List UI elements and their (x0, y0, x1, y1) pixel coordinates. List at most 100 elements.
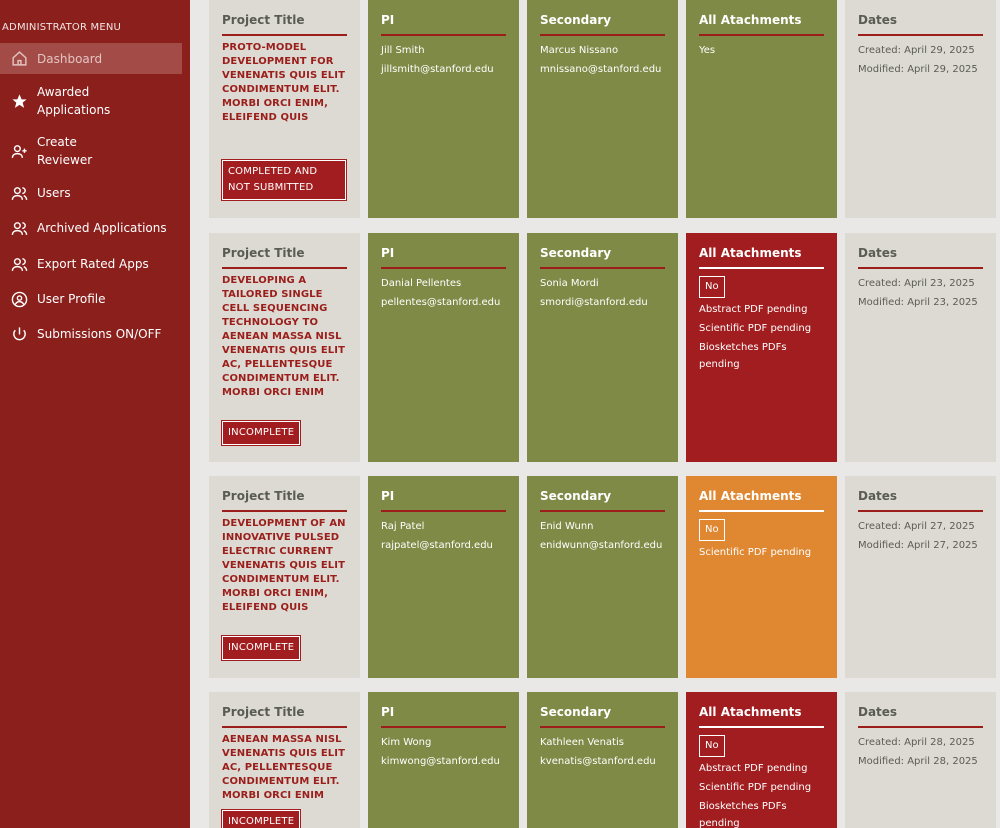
secondary-name: Enid Wunn (540, 521, 594, 532)
pi-card: PI Danial Pellentes pellentes@stanford.e… (368, 233, 519, 462)
secondary-card: Secondary Enid Wunn enidwunn@stanford.ed… (527, 476, 678, 678)
status-badge[interactable]: INCOMPLETE (222, 421, 301, 445)
attachments-status: Yes (699, 45, 716, 56)
project-title[interactable]: DEVELOPING A TAILORED SINGLE CELL SEQUEN… (222, 274, 347, 400)
power-icon (10, 325, 28, 343)
attachments-card: All Atachments Yes (686, 0, 837, 218)
dates-header: Dates (858, 12, 983, 36)
attachments-card: All Atachments No Abstract PDF pending S… (686, 692, 837, 828)
dates-header: Dates (858, 704, 983, 728)
application-row: Project Title DEVELOPMENT OF AN INNOVATI… (209, 476, 1000, 678)
secondary-name: Kathleen Venatis (540, 737, 624, 748)
sidebar-item-submissions-toggle[interactable]: Submissions ON/OFF (0, 324, 182, 344)
users-icon (10, 255, 28, 273)
project-title-header: Project Title (222, 245, 347, 269)
sidebar-item-export-rated-apps[interactable]: Export Rated Apps (0, 254, 182, 274)
pending-item: Biosketches PDFs pending (699, 801, 787, 828)
pi-email[interactable]: kimwong@stanford.edu (381, 752, 506, 771)
project-title-card: Project Title PROTO-MODEL DEVELOPMENT FO… (209, 0, 360, 218)
home-icon (10, 50, 28, 68)
sidebar-item-label: Archived Applications (37, 221, 167, 235)
sidebar-item-label: Create Reviewer (37, 135, 93, 167)
add-user-icon (10, 142, 28, 160)
secondary-header: Secondary (540, 245, 665, 269)
application-row: Project Title PROTO-MODEL DEVELOPMENT FO… (209, 0, 1000, 218)
attachments-card: All Atachments No Scientific PDF pending (686, 476, 837, 678)
pi-name: Jill Smith (381, 45, 425, 56)
pi-email[interactable]: rajpatel@stanford.edu (381, 536, 506, 555)
sidebar-item-user-profile[interactable]: User Profile (0, 289, 182, 309)
dates-header: Dates (858, 245, 983, 269)
sidebar-item-label: Users (37, 186, 71, 200)
dates-card: Dates Created: April 28, 2025 Modified: … (845, 692, 996, 828)
pi-card: PI Jill Smith jillsmith@stanford.edu (368, 0, 519, 218)
dates-card: Dates Created: April 23, 2025 Modified: … (845, 233, 996, 462)
attachments-status: No (699, 276, 725, 298)
project-title[interactable]: PROTO-MODEL DEVELOPMENT FOR VENENATIS QU… (222, 41, 347, 125)
secondary-card: Secondary Kathleen Venatis kvenatis@stan… (527, 692, 678, 828)
pi-email[interactable]: pellentes@stanford.edu (381, 293, 506, 312)
pi-email[interactable]: jillsmith@stanford.edu (381, 60, 506, 79)
secondary-email[interactable]: smordi@stanford.edu (540, 293, 665, 312)
pi-card: PI Kim Wong kimwong@stanford.edu (368, 692, 519, 828)
status-badge[interactable]: INCOMPLETE (222, 810, 301, 828)
attachments-header: All Atachments (699, 488, 824, 512)
project-title-header: Project Title (222, 704, 347, 728)
star-icon (10, 92, 28, 110)
users-icon (10, 184, 28, 202)
pi-name: Danial Pellentes (381, 278, 462, 289)
pi-header: PI (381, 12, 506, 36)
pi-header: PI (381, 245, 506, 269)
user-circle-icon (10, 290, 28, 308)
secondary-name: Marcus Nissano (540, 45, 619, 56)
secondary-email[interactable]: kvenatis@stanford.edu (540, 752, 665, 771)
project-title[interactable]: AENEAN MASSA NISL VENENATIS QUIS ELIT AC… (222, 733, 347, 803)
application-row: Project Title AENEAN MASSA NISL VENENATI… (209, 692, 1000, 828)
sidebar-item-archived-applications[interactable]: Archived Applications (0, 218, 182, 238)
pending-item: Biosketches PDFs pending (699, 342, 787, 370)
dates-card: Dates Created: April 27, 2025 Modified: … (845, 476, 996, 678)
secondary-card: Secondary Sonia Mordi smordi@stanford.ed… (527, 233, 678, 462)
modified-date: Modified: April 28, 2025 (858, 756, 978, 767)
attachments-card: All Atachments No Abstract PDF pending S… (686, 233, 837, 462)
sidebar-item-label: Submissions ON/OFF (37, 327, 162, 341)
attachments-header: All Atachments (699, 245, 824, 269)
created-date: Created: April 23, 2025 (858, 278, 975, 289)
project-title-card: Project Title DEVELOPING A TAILORED SING… (209, 233, 360, 462)
created-date: Created: April 27, 2025 (858, 521, 975, 532)
created-date: Created: April 28, 2025 (858, 737, 975, 748)
attachments-status: No (699, 735, 725, 757)
sidebar: ADMINISTRATOR MENU Dashboard Awarded App… (0, 0, 190, 828)
pending-item: Scientific PDF pending (699, 547, 812, 558)
sidebar-item-label: User Profile (37, 292, 106, 306)
status-badge[interactable]: INCOMPLETE (222, 636, 301, 660)
sidebar-item-dashboard[interactable]: Dashboard (0, 43, 182, 74)
pending-item: Abstract PDF pending (699, 763, 808, 774)
sidebar-item-label: Export Rated Apps (37, 257, 149, 271)
pi-header: PI (381, 704, 506, 728)
project-title-header: Project Title (222, 488, 347, 512)
status-badge[interactable]: COMPLETED AND NOT SUBMITTED (222, 160, 346, 200)
attachments-header: All Atachments (699, 12, 824, 36)
sidebar-item-label: Awarded Applications (37, 85, 111, 117)
sidebar-item-users[interactable]: Users (0, 183, 182, 203)
project-title-card: Project Title AENEAN MASSA NISL VENENATI… (209, 692, 360, 828)
secondary-header: Secondary (540, 488, 665, 512)
pi-name: Kim Wong (381, 737, 432, 748)
pending-item: Abstract PDF pending (699, 304, 808, 315)
project-title-header: Project Title (222, 12, 347, 36)
secondary-email[interactable]: enidwunn@stanford.edu (540, 536, 665, 555)
application-row: Project Title DEVELOPING A TAILORED SING… (209, 233, 1000, 462)
dates-card: Dates Created: April 29, 2025 Modified: … (845, 0, 996, 218)
sidebar-item-awarded-applications[interactable]: Awarded Applications (0, 83, 182, 119)
modified-date: Modified: April 29, 2025 (858, 64, 978, 75)
secondary-email[interactable]: mnissano@stanford.edu (540, 60, 665, 79)
pending-item: Scientific PDF pending (699, 323, 812, 334)
modified-date: Modified: April 23, 2025 (858, 297, 978, 308)
sidebar-title: ADMINISTRATOR MENU (2, 22, 122, 33)
sidebar-item-create-reviewer[interactable]: Create Reviewer (0, 133, 182, 169)
secondary-header: Secondary (540, 704, 665, 728)
attachments-status: No (699, 519, 725, 541)
project-title[interactable]: DEVELOPMENT OF AN INNOVATIVE PULSED ELEC… (222, 517, 347, 615)
modified-date: Modified: April 27, 2025 (858, 540, 978, 551)
